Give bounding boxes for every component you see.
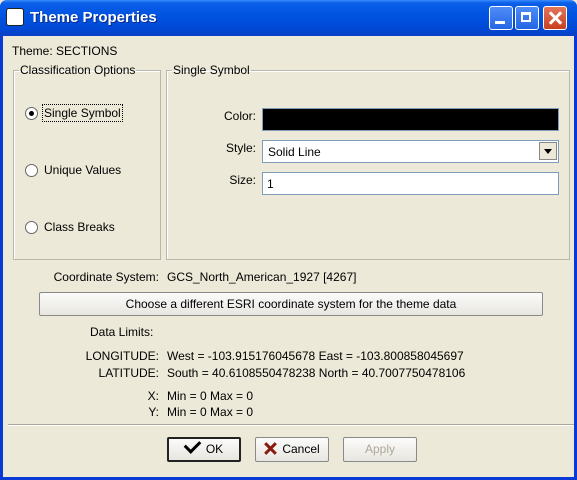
maximize-button[interactable] [515, 6, 539, 30]
check-icon [183, 436, 202, 454]
class-breaks-radio[interactable] [25, 221, 38, 234]
apply-button[interactable]: Apply [343, 437, 417, 462]
theme-label: Theme: SECTIONS [12, 44, 118, 58]
size-input-value: 1 [267, 177, 274, 191]
app-icon[interactable] [6, 8, 24, 26]
style-select[interactable]: Solid Line [262, 140, 559, 163]
latitude-label: LATITUDE: [98, 366, 159, 380]
coordinate-system-label: Coordinate System: [53, 270, 159, 284]
ok-button-label: OK [205, 442, 224, 456]
color-label: Color: [223, 109, 256, 123]
theme-properties-window: Theme Properties Theme: SECTIONS Classif… [0, 0, 577, 480]
coordinate-system-value: GCS_North_American_1927 [4267] [167, 270, 357, 284]
size-input[interactable]: 1 [262, 172, 559, 195]
title-bar[interactable]: Theme Properties [0, 0, 577, 36]
data-limits-label: Data Limits: [90, 325, 154, 339]
style-select-value: Solid Line [268, 145, 321, 159]
close-button[interactable] [543, 6, 567, 30]
single-symbol-radio[interactable] [25, 107, 38, 120]
size-label: Size: [229, 173, 256, 187]
y-value: Min = 0 Max = 0 [167, 405, 254, 419]
choose-coordinate-system-button[interactable]: Choose a different ESRI coordinate syste… [39, 292, 543, 316]
y-label: Y: [148, 405, 159, 419]
cancel-button-label: Cancel [282, 442, 320, 456]
single-symbol-legend: Single Symbol [173, 63, 250, 77]
x-label: X: [147, 389, 159, 403]
unique-values-radio[interactable] [25, 164, 38, 177]
longitude-value: West = -103.915176045678 East = -103.800… [167, 349, 464, 363]
ok-button[interactable]: OK [167, 436, 241, 462]
cancel-button[interactable]: Cancel [255, 437, 329, 462]
longitude-label: LONGITUDE: [85, 349, 159, 363]
single-symbol-label[interactable]: Single Symbol [42, 104, 123, 122]
unique-values-label[interactable]: Unique Values [44, 163, 121, 177]
chevron-down-icon[interactable] [539, 142, 557, 160]
class-breaks-label[interactable]: Class Breaks [44, 220, 115, 234]
latitude-value: South = 40.6108550478238 North = 40.7007… [167, 366, 466, 380]
classification-options-legend: Classification Options [20, 63, 136, 77]
color-swatch[interactable] [262, 108, 559, 131]
style-label: Style: [225, 141, 256, 155]
button-separator [8, 424, 574, 426]
window-title: Theme Properties [30, 9, 157, 26]
minimize-button[interactable] [489, 6, 513, 30]
x-value: Min = 0 Max = 0 [167, 389, 254, 403]
x-icon [264, 442, 276, 454]
